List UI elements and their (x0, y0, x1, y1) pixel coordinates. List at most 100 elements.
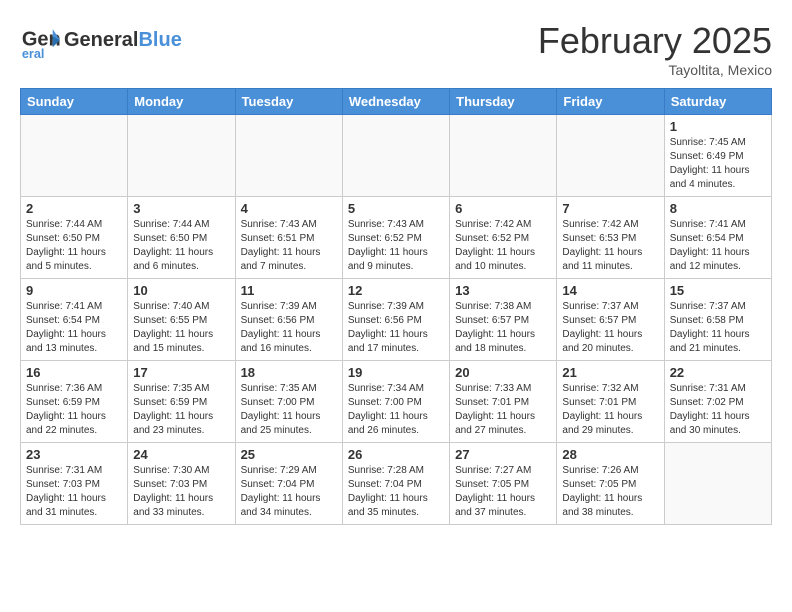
weekday-header-row: SundayMondayTuesdayWednesdayThursdayFrid… (21, 89, 772, 115)
week-row-4: 23 Sunrise: 7:31 AM Sunset: 7:03 PM Dayli… (21, 443, 772, 525)
day-cell: 20 Sunrise: 7:33 AM Sunset: 7:01 PM Dayli… (450, 361, 557, 443)
day-number: 25 (241, 447, 337, 462)
day-cell (128, 115, 235, 197)
day-cell: 15 Sunrise: 7:37 AM Sunset: 6:58 PM Dayli… (664, 279, 771, 361)
day-cell (450, 115, 557, 197)
logo-blue: Blue (138, 29, 181, 51)
day-cell: 25 Sunrise: 7:29 AM Sunset: 7:04 PM Dayli… (235, 443, 342, 525)
day-cell: 1 Sunrise: 7:45 AM Sunset: 6:49 PM Daylig… (664, 115, 771, 197)
day-number: 28 (562, 447, 658, 462)
day-info: Sunrise: 7:31 AM Sunset: 7:02 PM Dayligh… (670, 382, 766, 438)
day-number: 23 (26, 447, 122, 462)
day-cell: 7 Sunrise: 7:42 AM Sunset: 6:53 PM Daylig… (557, 197, 664, 279)
day-info: Sunrise: 7:39 AM Sunset: 6:56 PM Dayligh… (348, 300, 444, 356)
day-info: Sunrise: 7:38 AM Sunset: 6:57 PM Dayligh… (455, 300, 551, 356)
day-number: 11 (241, 283, 337, 298)
weekday-header-friday: Friday (557, 89, 664, 115)
day-cell: 28 Sunrise: 7:26 AM Sunset: 7:05 PM Dayli… (557, 443, 664, 525)
day-cell: 22 Sunrise: 7:31 AM Sunset: 7:02 PM Dayli… (664, 361, 771, 443)
day-number: 5 (348, 201, 444, 216)
day-cell: 9 Sunrise: 7:41 AM Sunset: 6:54 PM Daylig… (21, 279, 128, 361)
day-number: 6 (455, 201, 551, 216)
day-number: 12 (348, 283, 444, 298)
day-cell: 26Sunrise: 7:28 AM Sunset: 7:04 PM Dayli… (342, 443, 449, 525)
svg-text:eral: eral (22, 46, 45, 60)
day-cell (664, 443, 771, 525)
day-number: 22 (670, 365, 766, 380)
day-info: Sunrise: 7:41 AM Sunset: 6:54 PM Dayligh… (670, 218, 766, 274)
day-cell: 24Sunrise: 7:30 AM Sunset: 7:03 PM Dayli… (128, 443, 235, 525)
day-number: 2 (26, 201, 122, 216)
day-number: 18 (241, 365, 337, 380)
day-info: Sunrise: 7:35 AM Sunset: 6:59 PM Dayligh… (133, 382, 229, 438)
day-cell: 21Sunrise: 7:32 AM Sunset: 7:01 PM Dayli… (557, 361, 664, 443)
day-number: 10 (133, 283, 229, 298)
day-info: Sunrise: 7:37 AM Sunset: 6:57 PM Dayligh… (562, 300, 658, 356)
day-number: 17 (133, 365, 229, 380)
day-info: Sunrise: 7:42 AM Sunset: 6:53 PM Dayligh… (562, 218, 658, 274)
day-cell (557, 115, 664, 197)
week-row-0: 1 Sunrise: 7:45 AM Sunset: 6:49 PM Daylig… (21, 115, 772, 197)
day-info: Sunrise: 7:43 AM Sunset: 6:52 PM Dayligh… (348, 218, 444, 274)
title-block: February 2025 Tayoltita, Mexico (538, 20, 772, 78)
day-info: Sunrise: 7:45 AM Sunset: 6:49 PM Dayligh… (670, 136, 766, 192)
day-number: 3 (133, 201, 229, 216)
location: Tayoltita, Mexico (538, 62, 772, 78)
day-number: 27 (455, 447, 551, 462)
logo: Gen eral GeneralBlue (20, 20, 182, 60)
day-cell: 11 Sunrise: 7:39 AM Sunset: 6:56 PM Dayli… (235, 279, 342, 361)
day-number: 13 (455, 283, 551, 298)
day-info: Sunrise: 7:31 AM Sunset: 7:03 PM Dayligh… (26, 464, 122, 520)
weekday-header-wednesday: Wednesday (342, 89, 449, 115)
day-cell: 27Sunrise: 7:27 AM Sunset: 7:05 PM Dayli… (450, 443, 557, 525)
day-cell: 2 Sunrise: 7:44 AM Sunset: 6:50 PM Daylig… (21, 197, 128, 279)
day-cell: 14 Sunrise: 7:37 AM Sunset: 6:57 PM Dayli… (557, 279, 664, 361)
day-info: Sunrise: 7:26 AM Sunset: 7:05 PM Dayligh… (562, 464, 658, 520)
day-info: Sunrise: 7:37 AM Sunset: 6:58 PM Dayligh… (670, 300, 766, 356)
logo-general: General (64, 29, 138, 51)
weekday-header-sunday: Sunday (21, 89, 128, 115)
day-number: 19 (348, 365, 444, 380)
day-info: Sunrise: 7:28 AM Sunset: 7:04 PM Dayligh… (348, 464, 444, 520)
day-cell: 17 Sunrise: 7:35 AM Sunset: 6:59 PM Dayli… (128, 361, 235, 443)
day-number: 9 (26, 283, 122, 298)
day-cell: 5 Sunrise: 7:43 AM Sunset: 6:52 PM Daylig… (342, 197, 449, 279)
day-cell: 10 Sunrise: 7:40 AM Sunset: 6:55 PM Dayli… (128, 279, 235, 361)
day-number: 7 (562, 201, 658, 216)
weekday-header-thursday: Thursday (450, 89, 557, 115)
day-number: 4 (241, 201, 337, 216)
day-cell: 3Sunrise: 7:44 AM Sunset: 6:50 PM Daylig… (128, 197, 235, 279)
day-number: 16 (26, 365, 122, 380)
week-row-3: 16Sunrise: 7:36 AM Sunset: 6:59 PM Dayli… (21, 361, 772, 443)
week-row-1: 2 Sunrise: 7:44 AM Sunset: 6:50 PM Daylig… (21, 197, 772, 279)
day-number: 8 (670, 201, 766, 216)
day-info: Sunrise: 7:32 AM Sunset: 7:01 PM Dayligh… (562, 382, 658, 438)
day-info: Sunrise: 7:43 AM Sunset: 6:51 PM Dayligh… (241, 218, 337, 274)
day-cell: 16Sunrise: 7:36 AM Sunset: 6:59 PM Dayli… (21, 361, 128, 443)
day-number: 1 (670, 119, 766, 134)
day-number: 20 (455, 365, 551, 380)
day-number: 15 (670, 283, 766, 298)
weekday-header-saturday: Saturday (664, 89, 771, 115)
day-cell: 23 Sunrise: 7:31 AM Sunset: 7:03 PM Dayli… (21, 443, 128, 525)
day-info: Sunrise: 7:41 AM Sunset: 6:54 PM Dayligh… (26, 300, 122, 356)
day-cell (342, 115, 449, 197)
day-cell: 13 Sunrise: 7:38 AM Sunset: 6:57 PM Dayli… (450, 279, 557, 361)
day-cell: 4 Sunrise: 7:43 AM Sunset: 6:51 PM Daylig… (235, 197, 342, 279)
day-info: Sunrise: 7:34 AM Sunset: 7:00 PM Dayligh… (348, 382, 444, 438)
day-info: Sunrise: 7:29 AM Sunset: 7:04 PM Dayligh… (241, 464, 337, 520)
day-info: Sunrise: 7:35 AM Sunset: 7:00 PM Dayligh… (241, 382, 337, 438)
day-info: Sunrise: 7:44 AM Sunset: 6:50 PM Dayligh… (26, 218, 122, 274)
day-cell: 6 Sunrise: 7:42 AM Sunset: 6:52 PM Daylig… (450, 197, 557, 279)
day-number: 14 (562, 283, 658, 298)
day-info: Sunrise: 7:42 AM Sunset: 6:52 PM Dayligh… (455, 218, 551, 274)
calendar-table: SundayMondayTuesdayWednesdayThursdayFrid… (20, 88, 772, 525)
day-info: Sunrise: 7:39 AM Sunset: 6:56 PM Dayligh… (241, 300, 337, 356)
day-info: Sunrise: 7:33 AM Sunset: 7:01 PM Dayligh… (455, 382, 551, 438)
day-cell: 18 Sunrise: 7:35 AM Sunset: 7:00 PM Dayli… (235, 361, 342, 443)
day-info: Sunrise: 7:40 AM Sunset: 6:55 PM Dayligh… (133, 300, 229, 356)
weekday-header-tuesday: Tuesday (235, 89, 342, 115)
week-row-2: 9 Sunrise: 7:41 AM Sunset: 6:54 PM Daylig… (21, 279, 772, 361)
day-cell (21, 115, 128, 197)
day-number: 24 (133, 447, 229, 462)
